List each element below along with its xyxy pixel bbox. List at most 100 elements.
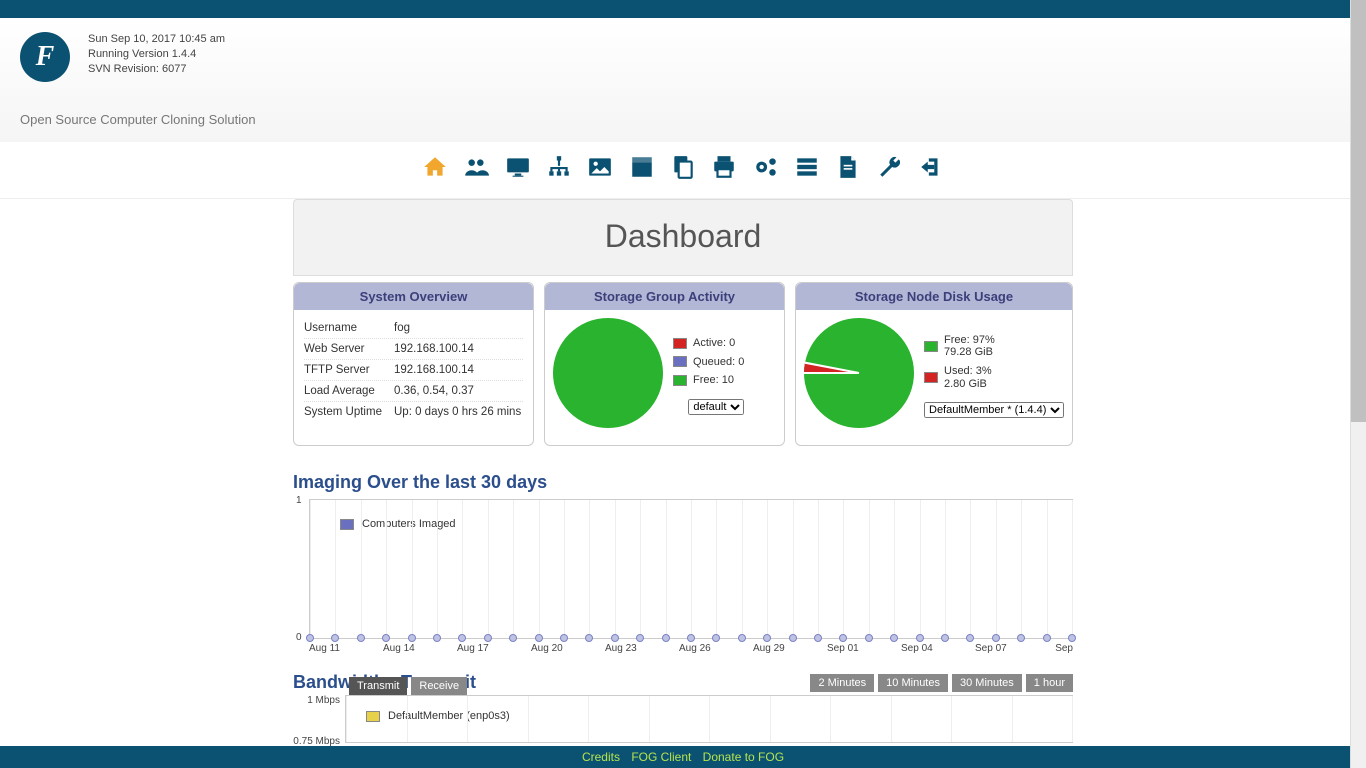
- y-tick: 0: [296, 632, 302, 643]
- y-tick: 1 Mbps: [307, 695, 346, 706]
- chart-point: [1068, 634, 1076, 642]
- nav-report-icon[interactable]: [831, 154, 865, 180]
- section-title-imaging: Imaging Over the last 30 days: [293, 472, 1073, 493]
- footer: Credits FOG Client Donate to FOG: [0, 746, 1366, 768]
- kv-key: System Uptime: [304, 406, 394, 418]
- legend-label: Used: 3%2.80 GiB: [944, 365, 992, 390]
- kv-val: 192.168.100.14: [394, 343, 523, 355]
- chart-point: [433, 634, 441, 642]
- imaging-legend: Computers Imaged: [340, 518, 456, 530]
- nav-copy-icon[interactable]: [666, 154, 700, 180]
- kv-row: TFTP Server192.168.100.14: [304, 360, 523, 381]
- chart-point: [357, 634, 365, 642]
- timestamp: Sun Sep 10, 2017 10:45 am: [88, 32, 225, 47]
- footer-link-donate[interactable]: Donate to FOG: [703, 750, 784, 764]
- nav-sitemap-icon[interactable]: [542, 154, 576, 180]
- x-tick: Aug 29: [753, 643, 827, 654]
- legend-label: Free: 97%79.28 GiB: [944, 334, 995, 359]
- imaging-chart: 1 0 Computers Imaged: [309, 499, 1073, 639]
- legend-disk: Free: 97%79.28 GiB Used: 3%2.80 GiB Defau…: [924, 328, 1064, 419]
- storage-group-select[interactable]: default: [688, 399, 744, 415]
- legend-label: Computers Imaged: [362, 518, 456, 530]
- kv-val: fog: [394, 322, 523, 334]
- bandwidth-range-button[interactable]: 10 Minutes: [878, 674, 948, 692]
- panel-storage-group-activity: Storage Group Activity Active: 0 Queued: …: [544, 282, 785, 446]
- chart-point: [890, 634, 898, 642]
- kv-val: 192.168.100.14: [394, 364, 523, 376]
- legend-row: Active: 0: [673, 337, 744, 350]
- topbar: [0, 0, 1366, 18]
- chart-point: [382, 634, 390, 642]
- header: F Sun Sep 10, 2017 10:45 am Running Vers…: [0, 18, 1366, 142]
- chart-point: [1017, 634, 1025, 642]
- panel-header: Storage Group Activity: [545, 283, 784, 310]
- bandwidth-tab[interactable]: Receive: [411, 677, 467, 695]
- chart-point: [662, 634, 670, 642]
- nav-wrench-icon[interactable]: [873, 154, 907, 180]
- page-title: Dashboard: [293, 199, 1073, 276]
- chart-point: [509, 634, 517, 642]
- kv-row: Usernamefog: [304, 318, 523, 339]
- chart-point: [458, 634, 466, 642]
- nav-cogs-icon[interactable]: [749, 154, 783, 180]
- x-tick: Aug 26: [679, 643, 753, 654]
- bandwidth-range-button[interactable]: 1 hour: [1026, 674, 1073, 692]
- logo: F: [20, 32, 70, 82]
- chart-point: [738, 634, 746, 642]
- bandwidth-range-button[interactable]: 30 Minutes: [952, 674, 1022, 692]
- chart-point: [966, 634, 974, 642]
- panel-system-overview: System Overview UsernamefogWeb Server192…: [293, 282, 534, 446]
- legend-swatch: [924, 341, 938, 352]
- panel-storage-node-disk: Storage Node Disk Usage Free: 97%79.28 G…: [795, 282, 1073, 446]
- kv-key: Load Average: [304, 385, 394, 397]
- scrollbar-thumb[interactable]: [1351, 0, 1366, 422]
- nav-printer-icon[interactable]: [707, 154, 741, 180]
- x-tick: Aug 11: [309, 643, 383, 654]
- x-tick: Aug 14: [383, 643, 457, 654]
- svn-revision: SVN Revision: 6077: [88, 62, 225, 77]
- chart-point: [408, 634, 416, 642]
- legend-label: Queued: 0: [693, 356, 744, 369]
- kv-val: Up: 0 days 0 hrs 26 mins: [394, 406, 523, 418]
- pie-chart-disk: [804, 318, 914, 428]
- x-tick: Sep: [1049, 643, 1073, 654]
- footer-link-credits[interactable]: Credits: [582, 750, 620, 764]
- legend-swatch: [673, 338, 687, 349]
- chart-point: [916, 634, 924, 642]
- storage-node-select[interactable]: DefaultMember * (1.4.4): [924, 402, 1064, 418]
- legend-row: Queued: 0: [673, 356, 744, 369]
- chart-point: [789, 634, 797, 642]
- tagline: Open Source Computer Cloning Solution: [20, 112, 1346, 127]
- kv-key: Username: [304, 322, 394, 334]
- chart-point: [865, 634, 873, 642]
- chart-point: [585, 634, 593, 642]
- bandwidth-tab[interactable]: Transmit: [349, 677, 407, 695]
- chart-point: [992, 634, 1000, 642]
- legend-swatch: [673, 375, 687, 386]
- nav-tasks-icon[interactable]: [790, 154, 824, 180]
- header-meta: Sun Sep 10, 2017 10:45 am Running Versio…: [88, 28, 225, 77]
- nav-home-icon[interactable]: [418, 154, 452, 180]
- scrollbar[interactable]: [1350, 0, 1366, 768]
- legend-activity: Active: 0Queued: 0Free: 10 default: [673, 331, 744, 415]
- nav-desktop-icon[interactable]: [501, 154, 535, 180]
- bandwidth-range-button[interactable]: 2 Minutes: [810, 674, 874, 692]
- x-tick: Aug 23: [605, 643, 679, 654]
- pie-chart-activity: [553, 318, 663, 428]
- chart-point: [560, 634, 568, 642]
- kv-row: Web Server192.168.100.14: [304, 339, 523, 360]
- chart-point: [484, 634, 492, 642]
- chart-point: [687, 634, 695, 642]
- footer-link-fog-client[interactable]: FOG Client: [631, 750, 691, 764]
- imaging-x-axis: Aug 11Aug 14Aug 17Aug 20Aug 23Aug 26Aug …: [309, 643, 1073, 654]
- legend-label: Active: 0: [693, 337, 735, 350]
- nav-logout-icon[interactable]: [914, 154, 948, 180]
- chart-point: [814, 634, 822, 642]
- chart-point: [306, 634, 314, 642]
- nav-users-icon[interactable]: [459, 154, 493, 180]
- x-tick: Sep 01: [827, 643, 901, 654]
- nav-image-icon[interactable]: [583, 154, 617, 180]
- chart-point: [941, 634, 949, 642]
- nav-storage-icon[interactable]: [625, 154, 659, 180]
- kv-key: Web Server: [304, 343, 394, 355]
